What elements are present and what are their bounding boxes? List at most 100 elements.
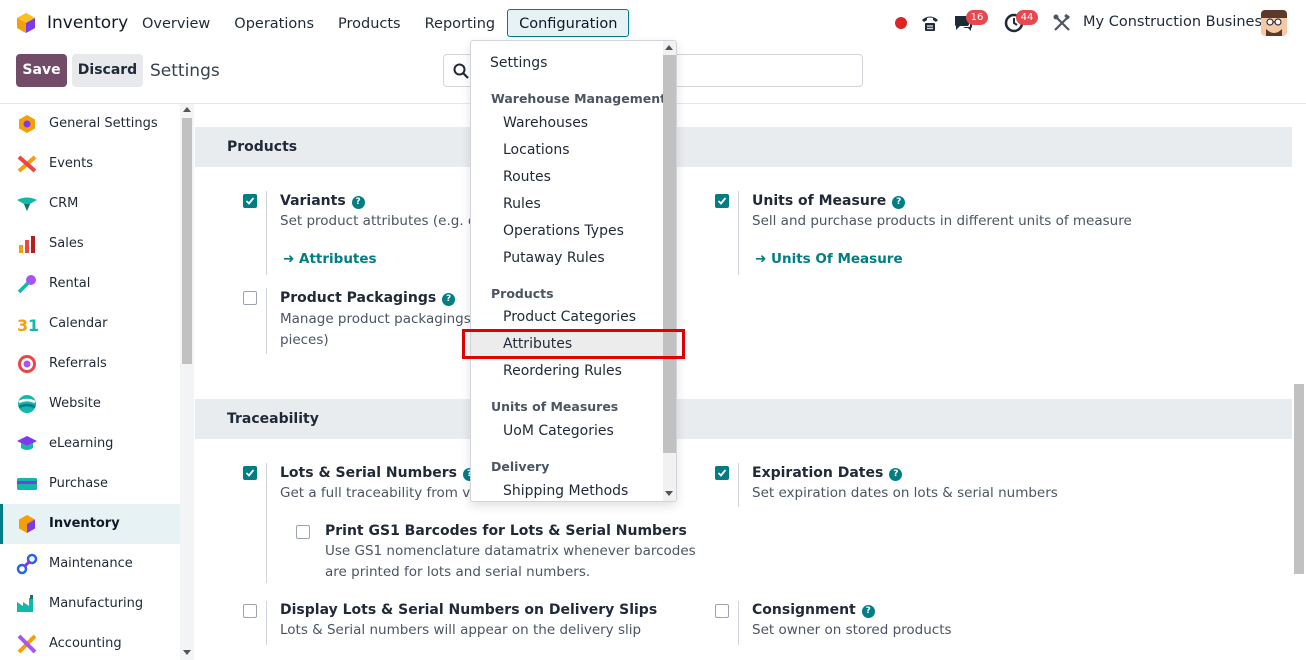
sidebar-item-maintenance[interactable]: Maintenance [0, 544, 180, 584]
menu-configuration[interactable]: Configuration [507, 9, 630, 37]
uom-title: Units of Measure? [752, 193, 906, 209]
status-dot-icon[interactable] [895, 17, 907, 29]
content-scroll-thumb[interactable] [1294, 384, 1304, 574]
section-header-traceability: Traceability [195, 399, 1292, 439]
app-name[interactable]: Inventory [47, 13, 128, 33]
sidebar-item-label: Sales [49, 236, 84, 251]
messages-badge: 16 [966, 10, 988, 25]
sidebar-item-events[interactable]: Events [0, 144, 180, 184]
svg-text:3: 3 [17, 316, 28, 335]
gs1-checkbox[interactable] [296, 525, 310, 539]
menu-products[interactable]: Products [326, 9, 413, 37]
dropdown-item-reordering-rules[interactable]: Reordering Rules [471, 358, 663, 385]
elearning-icon [17, 436, 37, 450]
consignment-description: Set owner on stored products [752, 622, 952, 638]
sidebar-scrollbar[interactable] [180, 104, 194, 660]
help-icon[interactable]: ? [889, 468, 903, 481]
menu-overview[interactable]: Overview [130, 9, 222, 37]
content-scrollbar[interactable] [1292, 104, 1306, 660]
scroll-up-arrow-icon[interactable] [183, 107, 191, 112]
sidebar-item-label: Calendar [49, 316, 108, 331]
dropdown-item-settings[interactable]: Settings [471, 50, 663, 77]
dropdown-item-putaway-rules[interactable]: Putaway Rules [471, 245, 663, 272]
sidebar-item-rental[interactable]: Rental [0, 264, 180, 304]
sidebar-item-label: Accounting [49, 636, 122, 651]
sidebar-item-general-settings[interactable]: General Settings [0, 104, 180, 144]
checkmark-icon [245, 197, 255, 205]
sidebar-item-manufacturing[interactable]: Manufacturing [0, 584, 180, 624]
general-settings-icon [19, 115, 35, 133]
svg-text:1: 1 [28, 316, 38, 335]
dropdown-header-uom: Units of Measures [491, 399, 619, 414]
dropdown-item-attributes[interactable]: Attributes [471, 331, 663, 358]
sidebar-item-accounting[interactable]: Accounting [0, 624, 180, 660]
consignment-checkbox[interactable] [715, 604, 729, 618]
sidebar-scroll-thumb[interactable] [182, 118, 192, 364]
sidebar-item-website[interactable]: Website [0, 384, 180, 424]
packagings-checkbox[interactable] [243, 291, 257, 305]
dropdown-scroll-thumb[interactable] [663, 55, 676, 453]
phone-icon[interactable] [919, 12, 941, 34]
sidebar-item-purchase[interactable]: Purchase [0, 464, 180, 504]
company-switcher[interactable]: My Construction Business [1083, 14, 1270, 30]
dropdown-item-shipping-methods[interactable]: Shipping Methods [471, 478, 663, 501]
tools-icon[interactable] [1052, 13, 1072, 33]
dropdown-item-locations[interactable]: Locations [471, 137, 663, 164]
expiration-checkbox[interactable] [715, 466, 729, 480]
units-of-measure-link[interactable]: ➜ Units Of Measure [755, 251, 903, 267]
setting-divider [738, 191, 739, 275]
consignment-title: Consignment? [752, 602, 875, 618]
setting-divider [266, 288, 267, 354]
delivery-slips-description: Lots & Serial numbers will appear on the… [280, 622, 642, 638]
menu-reporting[interactable]: Reporting [413, 9, 508, 37]
delivery-slips-checkbox[interactable] [243, 604, 257, 618]
lots-serial-checkbox[interactable] [243, 466, 257, 480]
rental-icon [17, 275, 36, 294]
menu-operations[interactable]: Operations [222, 9, 326, 37]
variants-title: Variants? [280, 193, 365, 209]
help-icon[interactable]: ? [861, 605, 875, 618]
dropdown-item-routes[interactable]: Routes [471, 164, 663, 191]
checkmark-icon [717, 197, 727, 205]
sidebar-item-label: Manufacturing [49, 596, 144, 611]
save-button[interactable]: Save [16, 54, 67, 87]
activities-badge: 44 [1016, 10, 1038, 25]
packagings-description: Manage product packagings (e pieces) [280, 311, 489, 348]
sidebar-item-label: CRM [49, 196, 79, 211]
dropdown-item-rules[interactable]: Rules [471, 191, 663, 218]
scroll-up-arrow-icon[interactable] [665, 45, 673, 50]
attributes-link[interactable]: ➜ Attributes [283, 251, 377, 267]
discard-button[interactable]: Discard [72, 54, 143, 87]
checkmark-icon [245, 469, 255, 477]
help-icon[interactable]: ? [442, 293, 456, 306]
sidebar-item-sales[interactable]: Sales [0, 224, 180, 264]
dropdown-item-product-categories[interactable]: Product Categories [471, 304, 663, 331]
crm-icon [17, 197, 37, 211]
dropdown-scrollbar[interactable] [663, 41, 676, 501]
section-title: Traceability [227, 411, 319, 427]
setting-divider [266, 191, 267, 275]
sidebar-item-inventory[interactable]: Inventory [0, 504, 180, 544]
sidebar-item-label: eLearning [49, 436, 114, 451]
dropdown-item-operations-types[interactable]: Operations Types [471, 218, 663, 245]
user-avatar[interactable] [1261, 10, 1287, 36]
sidebar-item-label: Website [49, 396, 101, 411]
help-icon[interactable]: ? [892, 196, 906, 209]
inventory-app-icon[interactable] [15, 12, 37, 34]
sidebar-item-calendar[interactable]: 31 Calendar [0, 304, 180, 344]
help-icon[interactable]: ? [351, 196, 365, 209]
settings-sidebar: General Settings Events CRM Sales Rental… [0, 104, 180, 660]
scroll-down-arrow-icon[interactable] [665, 491, 673, 496]
dropdown-header-delivery: Delivery [491, 459, 550, 474]
setting-divider [266, 463, 267, 583]
sidebar-item-label: Maintenance [49, 556, 133, 571]
setting-divider [266, 601, 267, 645]
uom-checkbox[interactable] [715, 194, 729, 208]
dropdown-item-warehouses[interactable]: Warehouses [471, 110, 663, 137]
scroll-down-arrow-icon[interactable] [183, 650, 191, 655]
variants-checkbox[interactable] [243, 194, 257, 208]
sidebar-item-elearning[interactable]: eLearning [0, 424, 180, 464]
sidebar-item-referrals[interactable]: Referrals [0, 344, 180, 384]
sidebar-item-crm[interactable]: CRM [0, 184, 180, 224]
dropdown-item-uom-categories[interactable]: UoM Categories [471, 418, 663, 445]
